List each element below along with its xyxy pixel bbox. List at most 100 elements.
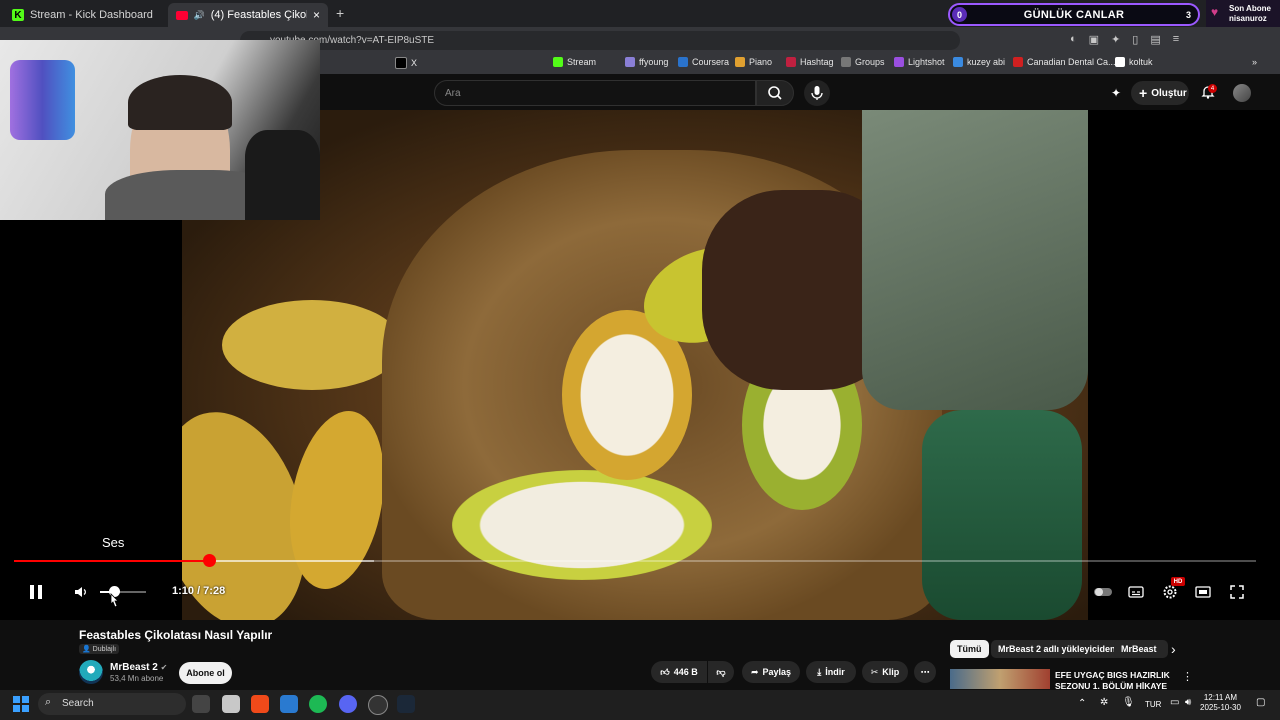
taskbar-search[interactable]: ⌕ Search [38, 693, 186, 715]
subscribe-button[interactable]: Abone ol [179, 662, 232, 684]
extension-icons: ◐ ▣ ✦ ▯ ▤ ≡ [1070, 33, 1270, 47]
coursera-icon [678, 57, 688, 67]
account-avatar[interactable] [1233, 84, 1251, 102]
bookmark-kuzey-abi[interactable]: kuzey abi [953, 57, 1005, 67]
more-actions-button[interactable]: ⋯ [914, 661, 936, 683]
dislike-button[interactable]: 👎︎ [708, 661, 734, 683]
bookmark-x[interactable]: X [395, 57, 417, 69]
chip-from-uploader[interactable]: MrBeast 2 adlı yükleyiciden [991, 640, 1123, 658]
spotify-icon[interactable] [309, 695, 327, 713]
brave-icon[interactable] [251, 695, 269, 713]
more-bookmarks-icon[interactable]: » [1252, 57, 1257, 67]
wallet-icon[interactable]: ▤ [1150, 33, 1160, 47]
recommended-title[interactable]: EFE UYGAÇ BIGS HAZIRLIK SEZONU 1. BÖLÜM … [1055, 670, 1175, 689]
subtitles-button[interactable] [1127, 583, 1145, 601]
sidebar-icon[interactable]: ▯ [1132, 33, 1138, 47]
last-sub-title: Son Abone [1229, 4, 1271, 13]
steam-icon[interactable] [397, 695, 415, 713]
last-subscriber-widget: ♥ Son Abone nisanuroz [1206, 0, 1280, 27]
speaker-icon [75, 587, 86, 597]
discord-icon[interactable] [339, 695, 357, 713]
theater-mode-button[interactable] [1194, 583, 1212, 601]
task-view-icon[interactable] [192, 695, 210, 713]
bookmark-piano[interactable]: Piano [735, 57, 772, 67]
tab-kick-dashboard[interactable]: K Stream - Kick Dashboard [4, 3, 168, 27]
download-icon: ⤓ [817, 666, 822, 677]
like-button[interactable]: 👍︎ 446 B [651, 661, 707, 683]
piano-icon [735, 57, 745, 67]
link-icon [625, 57, 635, 67]
tab-youtube-video[interactable]: 🔊 (4) Feastables Çikolatası Nası × [168, 3, 328, 27]
close-tab-icon[interactable]: × [313, 8, 320, 22]
new-tab-button[interactable]: + [336, 5, 344, 21]
fullscreen-icon [1230, 585, 1244, 599]
bookmark-canadian-dental[interactable]: Canadian Dental Ca... [1013, 57, 1116, 67]
subtitles-icon [1128, 586, 1144, 598]
verified-icon: ✔ [160, 663, 168, 672]
bookmark-lightshot[interactable]: Lightshot [894, 57, 945, 67]
drive-icon [953, 57, 963, 67]
address-bar[interactable]: youtube.com/watch?v=AT-EIP8uSTE [240, 31, 960, 50]
x-icon [395, 57, 407, 69]
obs-icon[interactable] [368, 695, 388, 715]
search-icon: ⌕ [45, 696, 52, 708]
tab-label: (4) Feastables Çikolatası Nası [210, 9, 307, 21]
counter-right-value: 3 [1185, 9, 1191, 20]
boot [922, 410, 1082, 620]
cast-icon[interactable]: ✦ [1111, 86, 1121, 100]
groups-icon [841, 57, 851, 67]
sleeve [862, 110, 1088, 410]
chevron-right-icon[interactable]: › [1171, 641, 1176, 657]
plus-icon: + [1139, 85, 1148, 101]
speaker-icon: 🔊 [193, 9, 205, 20]
mute-button[interactable] [73, 584, 89, 600]
create-button[interactable]: + Oluştur [1131, 81, 1189, 105]
chip-mrbeast[interactable]: MrBeast [1114, 640, 1168, 658]
share-button[interactable]: ➦ Paylaş [742, 661, 800, 683]
channel-avatar[interactable] [79, 660, 103, 684]
language-indicator[interactable]: TUR [1145, 700, 1161, 709]
bookmark-hashtag[interactable]: Hashtag [786, 57, 834, 67]
bookmark-coursera[interactable]: Coursera [678, 57, 729, 67]
clip-button[interactable]: ✂ Klip [862, 661, 908, 683]
voice-search-button[interactable] [804, 80, 830, 106]
maple-leaf-icon [1013, 57, 1023, 67]
bookmark-groups[interactable]: Groups [841, 57, 885, 67]
channel-name[interactable]: MrBeast 2 ✔ [110, 662, 167, 673]
pause-button[interactable] [26, 582, 46, 602]
bookmark-koltuk[interactable]: koltuk [1115, 57, 1153, 67]
network-icon[interactable]: ▭ [1170, 697, 1179, 708]
extension-icon[interactable]: ▣ [1089, 33, 1099, 47]
bookmark-ffyoung[interactable]: ffyoung [625, 57, 668, 67]
tray-chevron-icon[interactable]: ⌃ [1078, 698, 1086, 709]
microphone-icon[interactable]: 🎙︎ [1122, 697, 1135, 708]
progress-scrubber[interactable] [203, 554, 216, 567]
tray-app-icon[interactable]: ✲ [1100, 697, 1108, 708]
search-input[interactable]: Ara [434, 80, 756, 106]
clock[interactable]: 12:11 AM 2025-10-30 [1200, 693, 1241, 713]
autoplay-toggle[interactable] [1093, 583, 1112, 601]
mail-icon[interactable] [280, 695, 298, 713]
recommended-menu-icon[interactable]: ⋮ [1182, 670, 1193, 683]
volume-icon[interactable]: 🔊︎ [1185, 697, 1191, 708]
download-button[interactable]: ⤓ İndir [806, 661, 856, 683]
bookmark-stream[interactable]: Stream [553, 57, 596, 67]
extension-icon[interactable]: ◐ [1070, 33, 1077, 47]
fullscreen-button[interactable] [1228, 583, 1246, 601]
toggle-icon [1094, 588, 1112, 596]
played-bar [14, 560, 209, 562]
menu-icon[interactable]: ≡ [1173, 33, 1179, 47]
notification-center-icon[interactable]: ▢ [1256, 697, 1265, 708]
search-button[interactable] [756, 80, 794, 106]
puzzle-icon[interactable]: ✦ [1111, 33, 1120, 47]
amazon-icon [1115, 57, 1125, 67]
file-explorer-icon[interactable] [222, 695, 240, 713]
mouse-cursor [108, 593, 120, 609]
start-button[interactable] [13, 696, 29, 712]
subscriber-count: 53,4 Mn abone [110, 674, 164, 683]
pause-icon [30, 585, 42, 599]
chair [245, 130, 320, 220]
chip-all[interactable]: Tümü [950, 640, 989, 658]
more-icon: ⋯ [920, 666, 930, 677]
recommended-thumbnail[interactable] [950, 669, 1050, 689]
